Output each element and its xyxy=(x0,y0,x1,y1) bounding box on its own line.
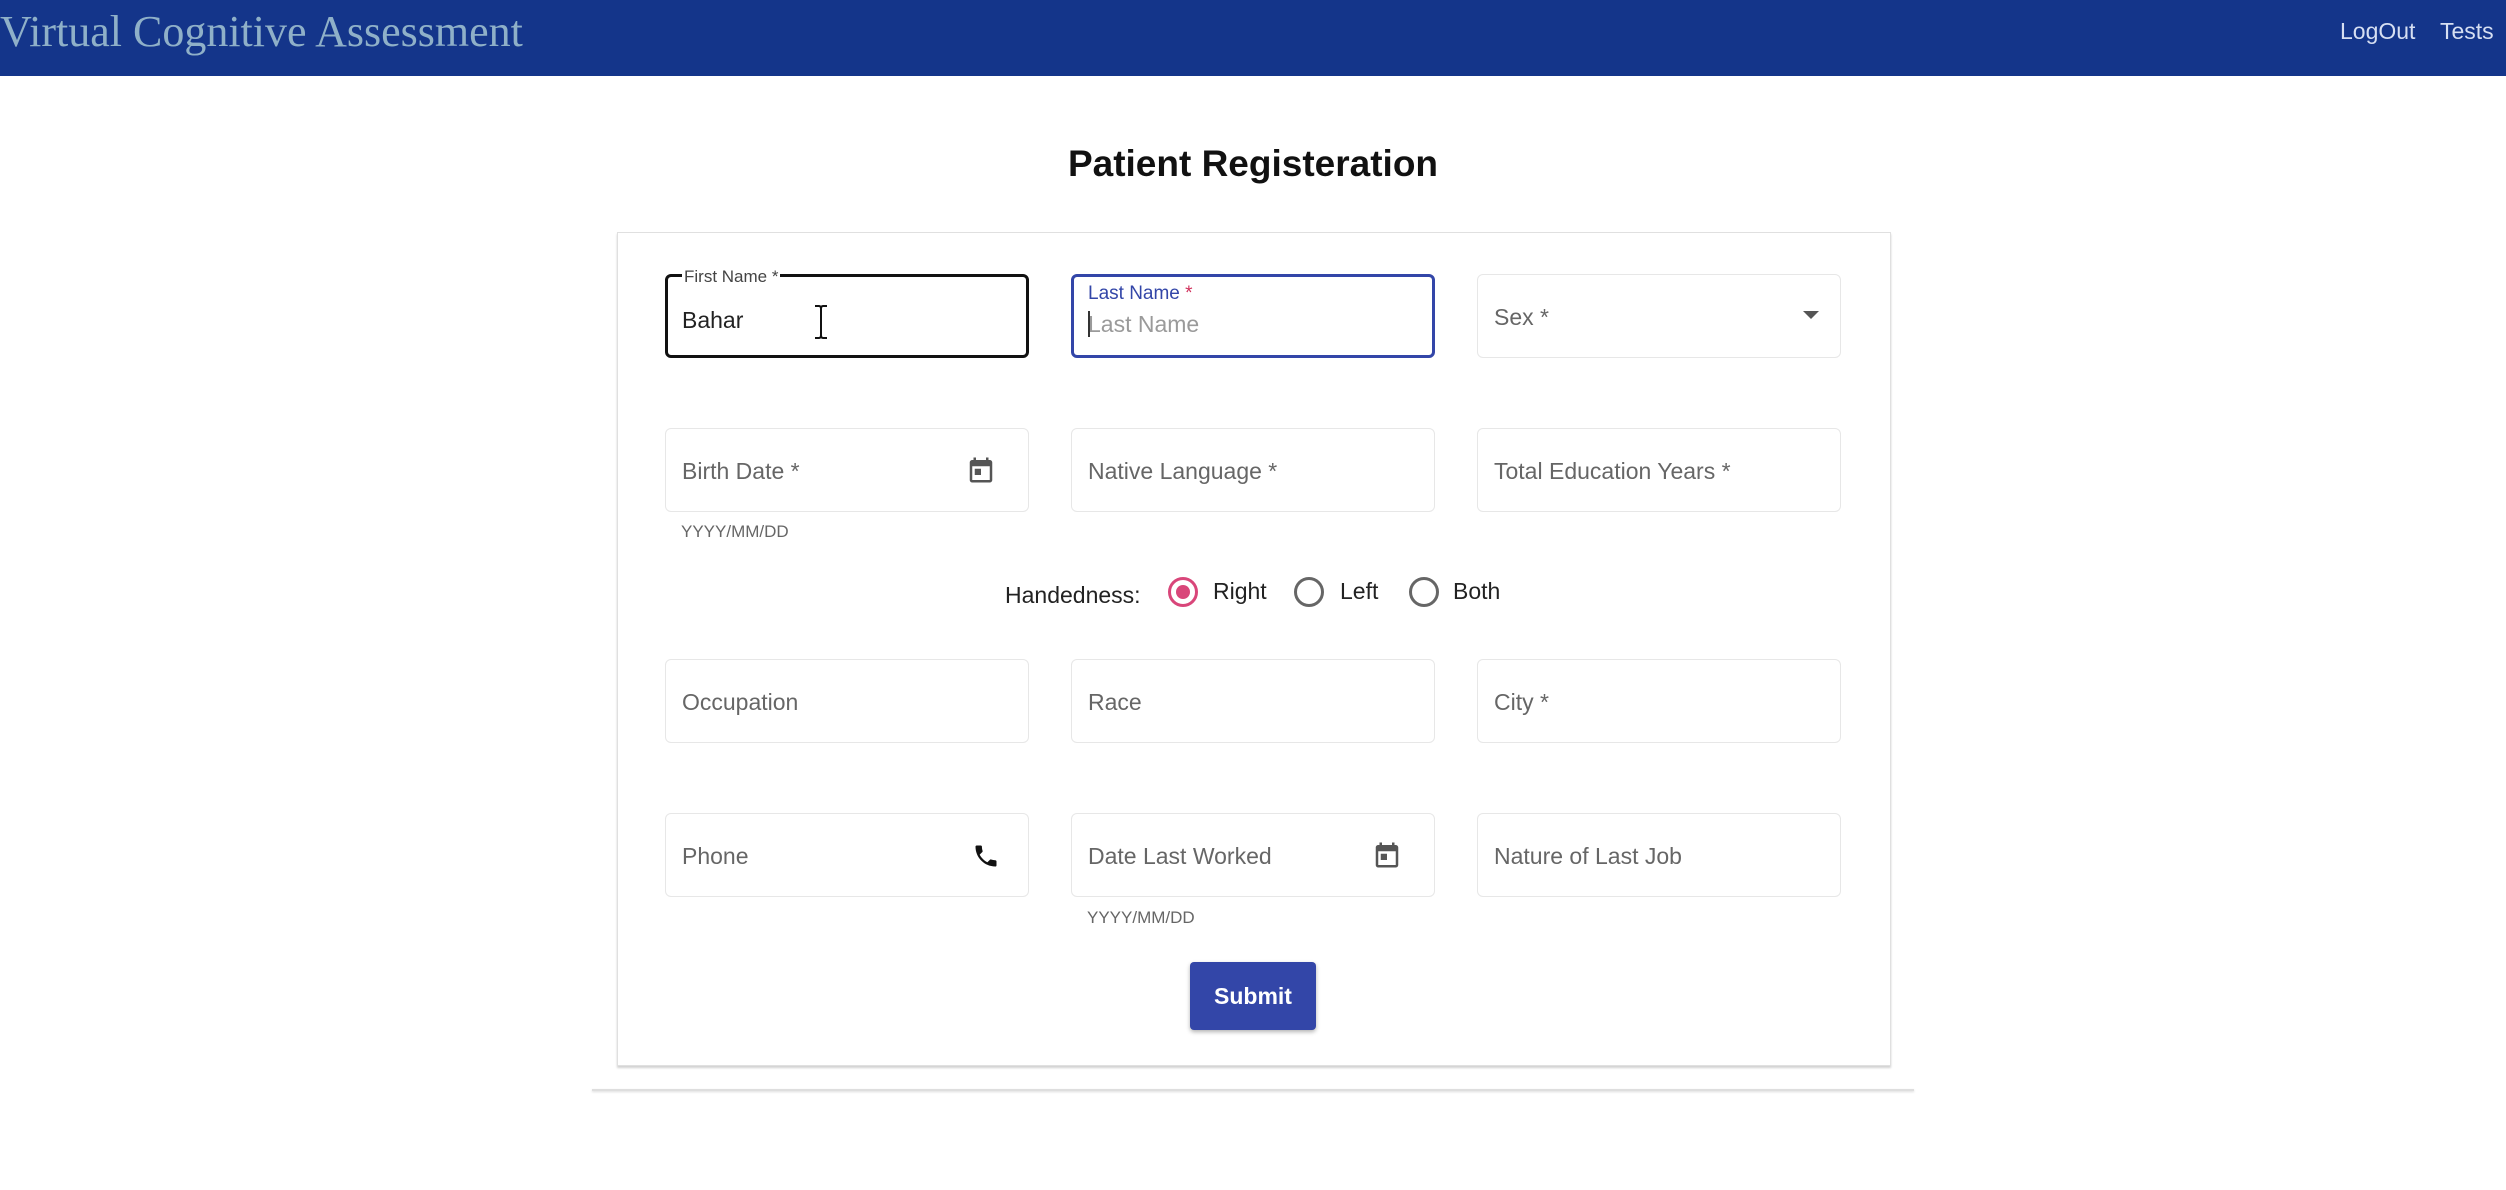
page-title: Patient Registeration xyxy=(1067,143,1439,184)
handedness-right-radio[interactable] xyxy=(1168,577,1198,607)
text-cursor-icon xyxy=(812,304,830,345)
native-language-label: Native Language * xyxy=(1088,458,1278,484)
handedness-both-label[interactable]: Both xyxy=(1453,578,1500,606)
handedness-both-radio[interactable] xyxy=(1409,577,1439,607)
handedness-label: Handedness: xyxy=(1005,582,1141,608)
sex-select[interactable]: Sex * xyxy=(1477,274,1841,358)
occupation-label: Occupation xyxy=(682,689,799,715)
birth-date-label: Birth Date * xyxy=(682,458,800,484)
divider xyxy=(592,1089,1914,1091)
city-label: City * xyxy=(1494,689,1549,715)
total-education-years-field[interactable]: Total Education Years * xyxy=(1477,428,1841,512)
last-name-field[interactable]: Last Name * xyxy=(1071,274,1435,358)
first-name-field[interactable]: First Name * Bahar xyxy=(665,267,1029,358)
calendar-icon[interactable] xyxy=(1372,840,1402,875)
text-caret xyxy=(1088,311,1090,337)
race-field[interactable]: Race xyxy=(1071,659,1435,743)
top-app-bar: Virtual Cognitive Assessment LogOut Test… xyxy=(0,0,2506,76)
phone-icon xyxy=(972,842,1000,875)
handedness-right-label[interactable]: Right xyxy=(1213,578,1267,606)
occupation-field[interactable]: Occupation xyxy=(665,659,1029,743)
birth-date-field[interactable]: Birth Date * xyxy=(665,428,1029,512)
race-label: Race xyxy=(1088,689,1142,715)
nature-of-last-job-field[interactable]: Nature of Last Job xyxy=(1477,813,1841,897)
last-name-label: Last Name * xyxy=(1088,283,1193,304)
phone-field[interactable]: Phone xyxy=(665,813,1029,897)
total-education-years-label: Total Education Years * xyxy=(1494,458,1731,484)
calendar-icon[interactable] xyxy=(966,455,996,490)
phone-label: Phone xyxy=(682,843,749,869)
birth-date-format-hint: YYYY/MM/DD xyxy=(681,522,789,541)
date-last-worked-format-hint: YYYY/MM/DD xyxy=(1087,908,1195,927)
city-field[interactable]: City * xyxy=(1477,659,1841,743)
nature-of-last-job-label: Nature of Last Job xyxy=(1494,843,1682,869)
tests-link[interactable]: Tests xyxy=(2440,18,2494,46)
native-language-field[interactable]: Native Language * xyxy=(1071,428,1435,512)
last-name-input[interactable] xyxy=(1088,309,1408,339)
date-last-worked-label: Date Last Worked xyxy=(1088,843,1272,869)
handedness-left-radio[interactable] xyxy=(1294,577,1324,607)
dropdown-arrow-icon xyxy=(1801,308,1821,326)
app-title: Virtual Cognitive Assessment xyxy=(0,7,523,56)
radio-selected-dot xyxy=(1176,585,1190,599)
first-name-value: Bahar xyxy=(682,307,744,333)
first-name-label: First Name * xyxy=(682,267,781,287)
handedness-left-label[interactable]: Left xyxy=(1340,578,1378,606)
submit-button[interactable]: Submit xyxy=(1190,962,1316,1030)
logout-link[interactable]: LogOut xyxy=(2340,18,2415,46)
sex-label: Sex * xyxy=(1494,304,1549,330)
date-last-worked-field[interactable]: Date Last Worked xyxy=(1071,813,1435,897)
